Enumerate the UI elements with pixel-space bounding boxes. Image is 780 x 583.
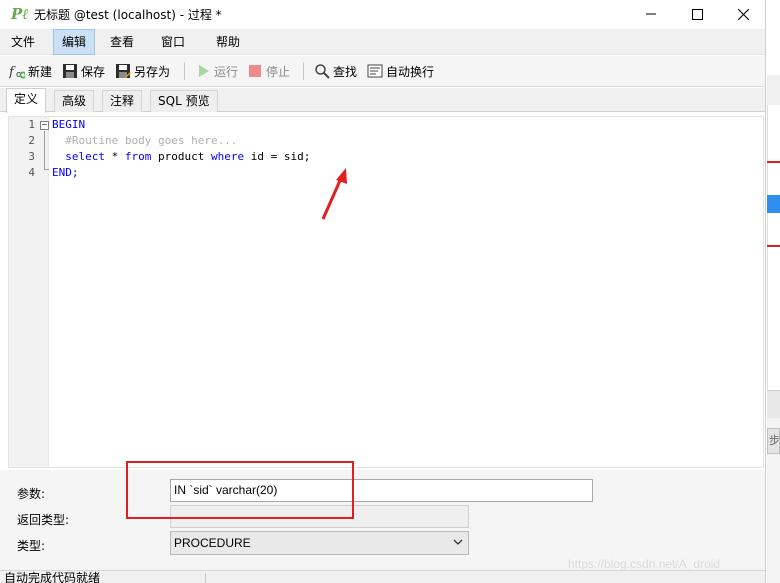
minimize-icon — [646, 13, 656, 15]
code-line-2: #Routine body goes here... — [52, 134, 238, 147]
watermark: https://blog.csdn.net/A_droid — [568, 557, 721, 571]
fold-margin: − — [39, 117, 49, 467]
keyword-select: select — [52, 150, 105, 163]
search-icon — [315, 64, 330, 79]
save-label: 保存 — [81, 64, 106, 79]
bg-selected-row — [767, 195, 780, 213]
menu-window[interactable]: 窗口 — [153, 29, 193, 55]
bg-panel — [767, 0, 780, 75]
status-bar: 自动完成代码就绪 — [0, 570, 765, 583]
code-line-4: END; — [52, 166, 79, 179]
menu-edit[interactable]: 编辑 — [53, 29, 96, 55]
tab-bar: 定义 高级 注释 SQL 预览 — [0, 88, 765, 113]
save-icon — [63, 64, 77, 78]
word-wrap-button[interactable]: 自动换行 — [367, 60, 434, 82]
stop-icon — [249, 65, 261, 77]
save-button[interactable]: 保存 — [62, 60, 105, 82]
menu-view[interactable]: 查看 — [102, 29, 142, 55]
new-button[interactable]: f o 新建 — [9, 60, 52, 82]
maximize-icon — [691, 8, 703, 20]
code-text: product — [151, 150, 211, 163]
background-window: 步 — [767, 0, 780, 583]
play-icon — [199, 65, 209, 77]
new-function-icon: f o — [9, 65, 25, 79]
collapse-icon[interactable]: − — [40, 121, 49, 130]
fold-guide — [44, 131, 45, 169]
type-label: 类型: — [17, 539, 46, 553]
bg-button: 步 — [767, 428, 780, 454]
bg-panel — [767, 105, 780, 405]
status-separator — [205, 573, 206, 583]
annotation-highlight-box — [126, 461, 354, 519]
window-title: 无标题 @test (localhost) - 过程 * — [34, 8, 222, 22]
word-wrap-label: 自动换行 — [386, 64, 435, 79]
line-number-gutter: 1 2 3 4 — [9, 117, 39, 467]
code-editor[interactable]: 1 2 3 4 − BEGIN #Routine body goes here.… — [8, 116, 764, 468]
line-number: 2 — [28, 134, 35, 147]
stop-label: 停止 — [266, 64, 291, 79]
run-button[interactable]: 运行 — [195, 60, 238, 82]
save-as-button[interactable]: 另存为 — [115, 60, 170, 82]
keyword-where: where — [210, 150, 245, 163]
fold-guide-end — [44, 169, 49, 170]
line-number: 4 — [28, 166, 35, 179]
minimize-button[interactable] — [628, 0, 674, 28]
keyword-from: from — [124, 150, 152, 163]
toolbar-separator — [303, 62, 304, 80]
new-label: 新建 — [28, 64, 53, 79]
status-text: 自动完成代码就绪 — [4, 571, 101, 583]
chevron-down-icon — [453, 539, 463, 545]
stop-button[interactable]: 停止 — [247, 60, 290, 82]
bg-panel — [767, 390, 780, 418]
close-button[interactable] — [720, 0, 765, 28]
find-label: 查找 — [333, 64, 358, 79]
line-number: 3 — [28, 150, 35, 163]
bg-panel — [767, 75, 780, 105]
type-select[interactable]: PROCEDURE — [170, 531, 469, 555]
tab-advanced[interactable]: 高级 — [54, 90, 95, 112]
navicat-app-icon: Pℓ — [11, 5, 29, 23]
menu-file[interactable]: 文件 — [3, 29, 43, 55]
title-bar: Pℓ 无标题 @test (localhost) - 过程 * — [0, 0, 765, 28]
code-text: * — [104, 150, 125, 163]
properties-panel: 参数: IN `sid` varchar(20) 返回类型: 类型: PROCE… — [0, 470, 765, 570]
save-as-icon — [116, 64, 131, 78]
maximize-button[interactable] — [674, 0, 720, 28]
toolbar-separator — [184, 62, 185, 80]
find-button[interactable]: 查找 — [314, 60, 357, 82]
svg-text:f: f — [9, 65, 16, 79]
save-as-label: 另存为 — [134, 64, 171, 79]
code-line-3: select * from product where id = sid; — [52, 150, 310, 163]
word-wrap-icon — [367, 64, 383, 78]
bg-red-line — [767, 245, 780, 247]
bg-red-line — [767, 161, 780, 163]
annotation-arrow-icon — [321, 168, 347, 220]
run-label: 运行 — [214, 64, 239, 79]
tab-sql-preview[interactable]: SQL 预览 — [150, 90, 218, 112]
code-line-1: BEGIN — [52, 118, 86, 131]
close-icon — [737, 8, 749, 20]
tab-definition[interactable]: 定义 — [6, 88, 47, 113]
line-number: 1 — [28, 118, 35, 131]
type-select-value: PROCEDURE — [174, 536, 251, 550]
menu-help[interactable]: 帮助 — [208, 29, 248, 55]
menu-bar: 文件 编辑 查看 窗口 帮助 — [0, 29, 765, 55]
procedure-editor-window: Pℓ 无标题 @test (localhost) - 过程 * 文件 编辑 查看… — [0, 0, 766, 583]
toolbar: f o 新建 保存 另存为 运行 停止 查找 自动换行 — [0, 56, 765, 87]
params-label: 参数: — [17, 487, 46, 501]
tab-comment[interactable]: 注释 — [102, 90, 143, 112]
return-type-label: 返回类型: — [17, 513, 70, 527]
